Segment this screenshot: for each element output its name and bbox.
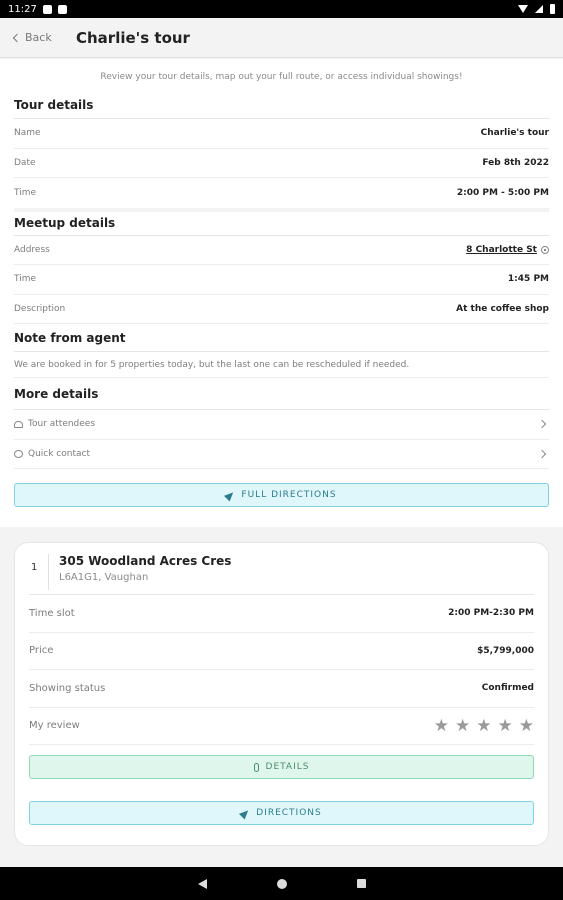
system-nav-bar [0,867,563,900]
button-label: FULL DIRECTIONS [241,490,337,500]
tour-date-row: Date Feb 8th 2022 [14,149,549,178]
row-value: At the coffee shop [456,303,549,314]
map-pin-icon [541,245,549,254]
wifi-icon [518,5,528,13]
star-rating[interactable]: ★ ★ ★ ★ ★ [434,716,534,736]
nav-home-icon[interactable] [276,878,287,889]
page-title: Charlie's tour [76,28,190,47]
address-text: 8 Charlotte St [466,244,537,255]
app-bar: Back Charlie's tour [0,18,563,58]
star-icon[interactable]: ★ [519,716,534,736]
battery-icon [550,4,555,14]
star-icon[interactable]: ★ [498,716,513,736]
status-value: Confirmed [481,683,534,694]
row-label: My review [29,720,80,732]
showing-header: 1 305 Woodland Acres Cres L6A1G1, Vaugha… [29,543,534,595]
row-label: Address [14,244,50,255]
row-value: 2:00 PM-2:30 PM [448,608,534,619]
chevron-right-icon [537,420,547,429]
people-icon [14,420,23,428]
more-details-title: More details [14,378,549,410]
row-label: Date [14,157,36,168]
price-row: Price $5,799,000 [29,633,534,670]
showing-city: L6A1G1, Vaughan [59,572,149,583]
row-value: Feb 8th 2022 [482,157,549,168]
my-review-row: My review ★ ★ ★ ★ ★ [29,708,534,745]
row-value: $5,799,000 [477,645,534,656]
navigation-arrow-icon [239,806,252,820]
showing-status-row: Showing status Confirmed [29,670,534,708]
quick-contact-item[interactable]: Quick contact [14,440,549,469]
meetup-address-row: Address 8 Charlotte St [14,236,549,265]
chevron-right-icon [537,449,547,458]
status-bar: 11:27 [0,0,563,18]
star-icon[interactable]: ★ [476,716,491,736]
showing-street: 305 Woodland Acres Cres [59,554,232,568]
row-value: 1:45 PM [507,274,549,285]
tour-attendees-item[interactable]: Tour attendees [14,410,549,440]
chevron-left-icon [12,33,22,42]
intro-text: Review your tour details, map out your f… [100,72,463,82]
signal-icon [535,5,543,13]
row-value: 2:00 PM - 5:00 PM [456,187,549,198]
meetup-details-title: Meetup details [14,207,549,236]
star-icon[interactable]: ★ [455,716,470,736]
meetup-time-row: Time 1:45 PM [14,265,549,295]
button-label: DETAILS [265,762,310,772]
button-label: DIRECTIONS [256,808,322,818]
nav-back-icon[interactable] [197,878,207,889]
tour-time-row: Time 2:00 PM - 5:00 PM [14,178,549,208]
meetup-description-row: Description At the coffee shop [14,295,549,324]
scroll-content[interactable]: Review your tour details, map out your f… [0,59,563,867]
back-label: Back [25,31,52,44]
agent-note-title: Note from agent [14,324,549,352]
agent-note-text: We are booked in for 5 properties today,… [14,352,549,378]
navigation-arrow-icon [224,488,237,502]
row-value: Charlie's tour [480,128,549,139]
tour-name-row: Name Charlie's tour [14,119,549,149]
chat-bubble-icon [14,449,23,458]
tour-details-title: Tour details [14,91,549,119]
row-label: Time [14,274,37,285]
row-label: Time slot [29,607,75,619]
row-label: Description [14,303,66,314]
row-label: Name [14,128,41,139]
row-label: Time [14,187,37,198]
directions-button[interactable]: DIRECTIONS [29,801,534,825]
meetup-address-link[interactable]: 8 Charlotte St [466,245,549,255]
star-icon[interactable]: ★ [434,716,449,736]
storage-notification-icon [57,4,67,14]
app-notification-icon [42,4,52,14]
row-label: Price [29,645,54,657]
item-label: Quick contact [28,448,90,459]
full-directions-button[interactable]: FULL DIRECTIONS [14,483,549,507]
back-button[interactable]: Back [12,31,76,44]
showing-number: 1 [29,554,49,590]
nav-recents-icon[interactable] [356,879,366,888]
row-label: Showing status [29,682,106,694]
status-time: 11:27 [8,3,37,15]
clipboard-icon [253,762,259,772]
details-button[interactable]: DETAILS [29,755,534,779]
item-label: Tour attendees [28,419,96,430]
tour-summary: Review your tour details, map out your f… [0,59,563,527]
time-slot-row: Time slot 2:00 PM-2:30 PM [29,595,534,633]
showing-card: 1 305 Woodland Acres Cres L6A1G1, Vaugha… [14,542,549,846]
